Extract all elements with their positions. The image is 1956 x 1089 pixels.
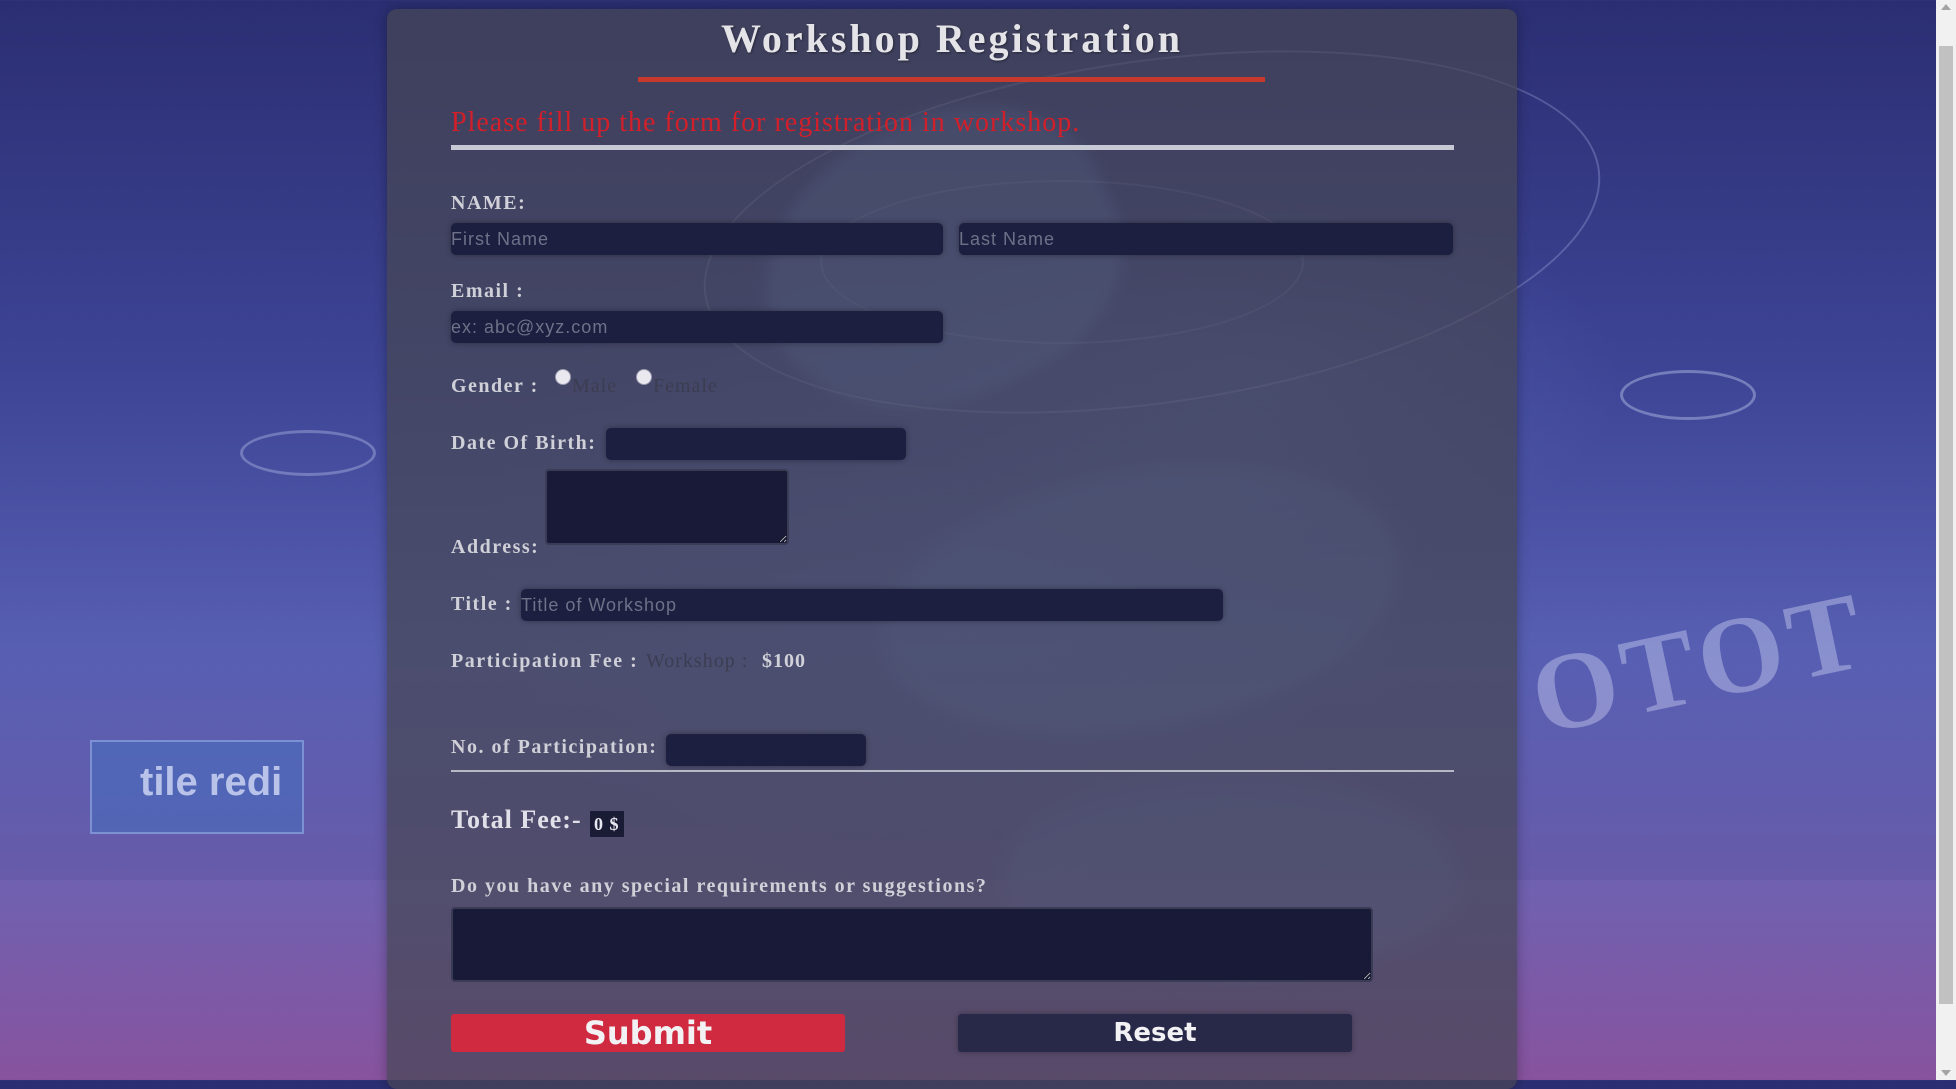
background-booth-text: tile redi [140,760,283,804]
background-booth [90,740,304,834]
gender-label: Gender : [451,375,539,397]
total-divider [451,770,1454,772]
intro-text: Please fill up the form for registration… [451,107,1081,138]
total-fee-label: Total Fee:- [451,805,582,834]
dob-label: Date Of Birth: [451,432,597,454]
requirements-label: Do you have any special requirements or … [451,875,988,897]
email-label: Email : [451,280,525,302]
reset-button[interactable]: Reset [958,1014,1352,1052]
title-label: Title : [451,593,513,615]
gender-female-label: Female [653,375,718,397]
fee-value: $100 [762,650,806,672]
fee-item-label: Workshop : [646,650,749,672]
dob-input[interactable] [606,428,906,460]
last-name-input[interactable] [959,223,1453,255]
page-title: Workshop Registration [721,16,1183,61]
gender-female-radio[interactable] [636,369,652,385]
intro-divider [451,145,1454,150]
gender-male-label: Male [572,375,618,397]
workshop-title-input[interactable] [521,589,1223,621]
email-input[interactable] [451,311,943,343]
gender-male-radio[interactable] [555,369,571,385]
registration-form: Workshop Registration Please fill up the… [387,9,1517,1089]
fee-label: Participation Fee : [451,650,639,672]
scroll-up-icon[interactable] [1941,4,1951,10]
address-label: Address: [451,536,540,558]
submit-button[interactable]: Submit [451,1014,845,1052]
ceiling-light [240,430,376,476]
first-name-input[interactable] [451,223,943,255]
participants-label: No. of Participation: [451,736,658,758]
background-sign-text: OTOT [1520,568,1879,759]
requirements-textarea[interactable] [451,907,1373,982]
address-textarea[interactable] [545,469,789,545]
name-label: NAME: [451,192,527,214]
scroll-down-icon[interactable] [1941,1070,1951,1076]
scrollbar[interactable] [1936,0,1956,1080]
total-fee-value: 0 $ [590,811,624,837]
ceiling-light [1620,370,1756,420]
title-underline [638,77,1265,82]
participants-input[interactable] [666,734,866,766]
scrollbar-thumb[interactable] [1939,46,1953,1004]
